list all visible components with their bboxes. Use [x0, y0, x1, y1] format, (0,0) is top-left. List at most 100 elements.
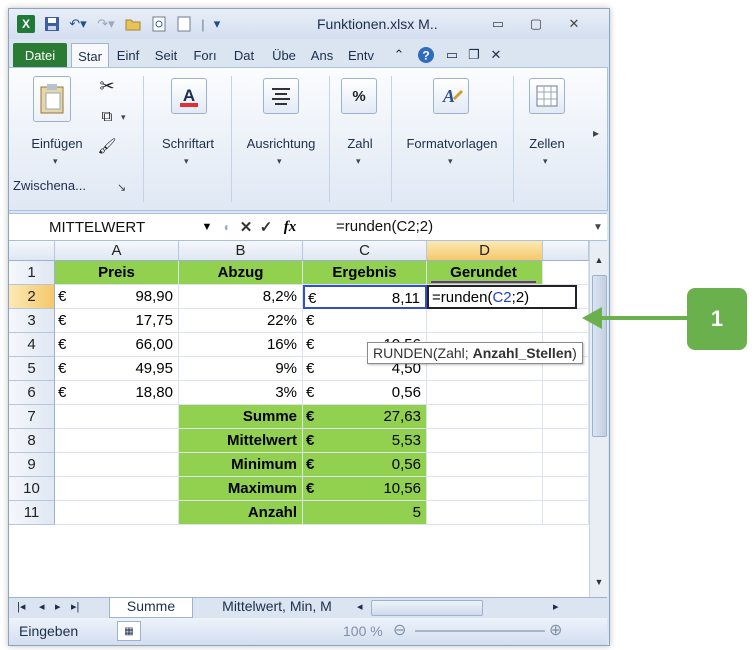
tab-review[interactable]: Übe: [267, 43, 301, 67]
enter-icon[interactable]: ✓: [257, 217, 275, 237]
table-cell[interactable]: [427, 405, 543, 429]
tab-file[interactable]: Datei: [13, 43, 67, 67]
tab-formulas[interactable]: Forı: [187, 43, 223, 67]
paste-dropdown-icon[interactable]: ▾: [53, 156, 58, 167]
font-dropdown-icon[interactable]: ▾: [184, 156, 189, 167]
horizontal-scrollbar-thumb[interactable]: [371, 600, 483, 616]
copy-icon[interactable]: ⧉: [95, 104, 119, 128]
expand-formula-bar-icon[interactable]: ▼: [591, 217, 605, 237]
stat-label-cell[interactable]: Maximum: [179, 477, 303, 501]
help-icon[interactable]: ?: [415, 43, 437, 67]
scrollbar-thumb[interactable]: [592, 275, 607, 437]
minimize-icon[interactable]: ▭: [487, 15, 509, 33]
paste-icon[interactable]: [33, 76, 71, 122]
table-cell[interactable]: [543, 477, 589, 501]
table-cell[interactable]: [55, 477, 179, 501]
table-cell[interactable]: [427, 453, 543, 477]
stat-label-cell[interactable]: Summe: [179, 405, 303, 429]
styles-icon[interactable]: A: [433, 78, 469, 114]
cut-icon[interactable]: ✂: [95, 74, 119, 98]
name-box-dropdown-icon[interactable]: ▼: [199, 217, 215, 237]
percent-icon[interactable]: %: [341, 78, 377, 114]
stat-label-cell[interactable]: Mittelwert: [179, 429, 303, 453]
new-document-icon[interactable]: [175, 15, 193, 33]
row-header[interactable]: 3: [9, 309, 55, 333]
last-sheet-icon[interactable]: ▸|: [71, 600, 79, 613]
alignment-dropdown-icon[interactable]: ▾: [277, 156, 282, 167]
formula-input[interactable]: =runden(C2;2): [336, 218, 433, 235]
stat-value-cell[interactable]: €10,56: [303, 477, 427, 501]
table-cell[interactable]: €17,75: [55, 309, 179, 333]
number-label[interactable]: Zahl: [331, 136, 389, 151]
sheet-tab-mittelwert[interactable]: Mittelwert, Min, M: [203, 598, 351, 617]
row-header[interactable]: 1: [9, 261, 55, 285]
table-cell[interactable]: 16%: [179, 333, 303, 357]
stat-value-cell[interactable]: 5: [303, 501, 427, 525]
header-cell[interactable]: Preis: [55, 261, 179, 285]
table-cell[interactable]: €98,90: [55, 285, 179, 309]
open-icon[interactable]: [123, 15, 143, 33]
table-cell[interactable]: [427, 477, 543, 501]
column-header-d[interactable]: D: [427, 241, 543, 261]
table-cell[interactable]: [427, 501, 543, 525]
tab-insert[interactable]: Einf: [111, 43, 145, 67]
spreadsheet-grid[interactable]: A B C D 1 2 3 4 5 6 7 8 9 10 11 Preis Abzug Ergebnis G…: [9, 241, 589, 597]
scroll-up-icon[interactable]: ▲: [592, 255, 606, 265]
undo-icon[interactable]: ↶▾: [67, 15, 89, 33]
stat-value-cell[interactable]: €27,63: [303, 405, 427, 429]
table-cell[interactable]: €: [303, 309, 427, 333]
zoom-level[interactable]: 100 %: [343, 623, 383, 639]
table-cell[interactable]: [543, 261, 589, 285]
close-icon[interactable]: ✕: [563, 15, 585, 33]
table-cell[interactable]: [543, 381, 589, 405]
table-cell[interactable]: [55, 429, 179, 453]
row-header[interactable]: 11: [9, 501, 55, 525]
font-label[interactable]: Schriftart: [147, 136, 229, 151]
row-header[interactable]: 10: [9, 477, 55, 501]
tab-page-layout[interactable]: Seit: [149, 43, 183, 67]
customize-quick-access-icon[interactable]: ▾: [209, 15, 225, 33]
insert-function-icon[interactable]: fx: [279, 217, 301, 237]
row-header[interactable]: 8: [9, 429, 55, 453]
table-cell[interactable]: €66,00: [55, 333, 179, 357]
table-cell[interactable]: [427, 309, 543, 333]
cancel-icon[interactable]: ✕: [237, 217, 255, 237]
table-cell[interactable]: [543, 501, 589, 525]
hscroll-left-icon[interactable]: ◂: [357, 600, 363, 613]
zoom-in-icon[interactable]: ⊕: [549, 620, 562, 640]
paste-label[interactable]: Einfügen: [15, 136, 99, 151]
select-all-corner[interactable]: [9, 241, 55, 261]
table-cell[interactable]: 22%: [179, 309, 303, 333]
name-box[interactable]: MITTELWERT: [15, 217, 195, 237]
row-header[interactable]: 6: [9, 381, 55, 405]
zoom-out-icon[interactable]: ⊖: [393, 620, 406, 640]
hscroll-right-icon[interactable]: ▸: [553, 600, 559, 613]
prev-sheet-icon[interactable]: ◂: [39, 600, 45, 613]
tab-developer[interactable]: Entv: [343, 43, 379, 67]
styles-label[interactable]: Formatvorlagen: [393, 136, 511, 151]
workbook-close-icon[interactable]: ✕: [487, 43, 505, 67]
table-cell[interactable]: [55, 501, 179, 525]
table-cell[interactable]: 3%: [179, 381, 303, 405]
first-sheet-icon[interactable]: |◂: [17, 600, 25, 613]
table-cell[interactable]: €49,95: [55, 357, 179, 381]
row-header[interactable]: 5: [9, 357, 55, 381]
font-color-icon[interactable]: A: [171, 78, 207, 114]
row-header[interactable]: 9: [9, 453, 55, 477]
active-edit-cell-d2[interactable]: =runden(C2;2): [427, 285, 577, 309]
save-icon[interactable]: [43, 15, 61, 33]
workbook-minimize-icon[interactable]: ▭: [443, 43, 461, 67]
format-painter-icon[interactable]: 🖌: [95, 134, 119, 158]
next-sheet-icon[interactable]: ▸: [55, 600, 61, 613]
number-dropdown-icon[interactable]: ▾: [356, 156, 361, 167]
header-cell[interactable]: Ergebnis: [303, 261, 427, 285]
stat-value-cell[interactable]: €5,53: [303, 429, 427, 453]
sheet-tab-summe[interactable]: Summe: [109, 598, 193, 618]
cells-label[interactable]: Zellen: [515, 136, 579, 151]
print-preview-icon[interactable]: [149, 15, 169, 33]
table-cell[interactable]: [543, 405, 589, 429]
tab-view[interactable]: Ans: [305, 43, 339, 67]
styles-dropdown-icon[interactable]: ▾: [448, 156, 453, 167]
table-cell[interactable]: 8,2%: [179, 285, 303, 309]
column-header-e[interactable]: [543, 241, 589, 261]
